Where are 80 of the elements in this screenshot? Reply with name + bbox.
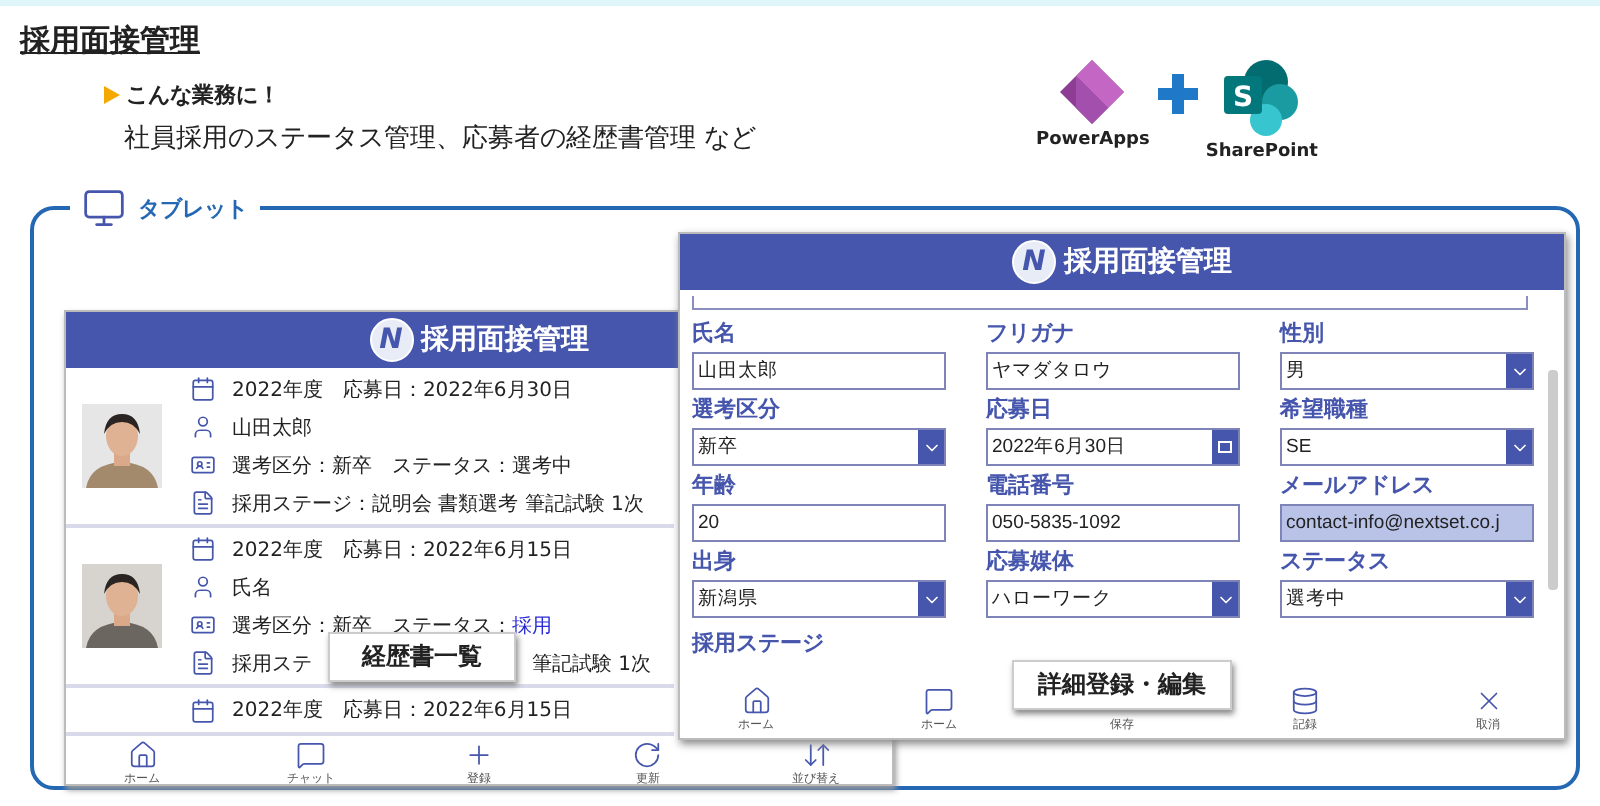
input-field[interactable]: 20 bbox=[692, 504, 946, 542]
dropdown-button[interactable] bbox=[1506, 582, 1532, 616]
diamond-logo-icon bbox=[1058, 58, 1127, 126]
dropdown-button[interactable] bbox=[1506, 430, 1532, 464]
callout-label: 経歴書一覧 bbox=[328, 632, 516, 682]
scrollbar[interactable] bbox=[1548, 370, 1558, 590]
input-field[interactable]: SE bbox=[1280, 428, 1534, 466]
calendar-icon bbox=[1218, 440, 1232, 454]
section-label: タブレット bbox=[138, 193, 248, 223]
input-field[interactable]: 山田太郎 bbox=[692, 352, 946, 390]
input-field[interactable]: 050-5835-1092 bbox=[986, 504, 1240, 542]
calendar-icon bbox=[190, 536, 216, 562]
home-icon bbox=[127, 740, 157, 770]
calendar-button[interactable] bbox=[1212, 430, 1238, 464]
triangle-bullet-icon bbox=[104, 86, 120, 104]
plus-icon bbox=[1157, 74, 1198, 114]
logo-badge: N bbox=[369, 318, 413, 362]
input-field[interactable]: ハローワーク bbox=[986, 580, 1240, 618]
sort-icon bbox=[801, 740, 831, 770]
app-title: 採用面接管理 bbox=[1064, 244, 1232, 280]
field-label: 応募媒体 bbox=[986, 546, 1076, 578]
field-label: 氏名 bbox=[692, 318, 738, 350]
field-label: 出身 bbox=[692, 546, 738, 578]
input-field[interactable]: ヤマダタロウ bbox=[986, 352, 1240, 390]
stage-text: 筆記試験 1次 bbox=[532, 651, 652, 677]
application-date: 2022年度 応募日：2022年6月15日 bbox=[232, 697, 572, 724]
stage-text: 採用ステージ：説明会 書類選考 筆記試験 1次 bbox=[232, 491, 644, 517]
input-field[interactable]: 2022年6月30日 bbox=[986, 428, 1240, 466]
refresh-icon bbox=[632, 740, 663, 770]
plus-icon bbox=[464, 740, 494, 770]
dropdown-button[interactable] bbox=[1506, 354, 1532, 388]
applicant-name: 氏名 bbox=[232, 575, 272, 601]
dropdown-button[interactable] bbox=[918, 430, 944, 464]
status-text: 選考中 bbox=[512, 453, 572, 479]
app-title: 採用面接管理 bbox=[421, 322, 589, 358]
dropdown-button[interactable] bbox=[918, 582, 944, 616]
field-label: 電話番号 bbox=[986, 470, 1076, 502]
field-label: 応募日 bbox=[986, 394, 1054, 426]
applicant-card[interactable]: 2022年度 応募日：2022年6月30日 山田太郎 選考区分：新卒 ステータス：選考中 採用ステージ：説明会 書類選考 筆記試験 1次 bbox=[66, 368, 674, 528]
stage-text: 採用ステ bbox=[232, 651, 312, 677]
page-title: 採用面接管理 bbox=[20, 22, 202, 60]
input-field[interactable]: 男 bbox=[1280, 352, 1534, 390]
application-date: 2022年度 応募日：2022年6月30日 bbox=[232, 377, 572, 403]
logo-badge: N bbox=[1012, 240, 1056, 284]
field-label: 年齢 bbox=[692, 470, 738, 502]
logo-name: PowerApps bbox=[1036, 130, 1150, 150]
input-field[interactable]: 新潟県 bbox=[692, 580, 946, 618]
logo-name: SharePoint bbox=[1205, 142, 1318, 162]
id-card-icon bbox=[190, 612, 216, 638]
field-label: 採用ステージ bbox=[692, 628, 826, 658]
chat-icon bbox=[295, 740, 326, 770]
person-icon bbox=[190, 414, 216, 440]
dropdown-button[interactable] bbox=[1212, 582, 1238, 616]
calendar-icon bbox=[190, 697, 216, 723]
calendar-icon bbox=[190, 376, 216, 402]
application-date: 2022年度 応募日：2022年6月15日 bbox=[232, 537, 572, 563]
input-field[interactable]: contact-info@nextset.co.j bbox=[1280, 504, 1534, 542]
input-field[interactable]: 選考中 bbox=[1280, 580, 1534, 618]
intro-text: 社員採用のステータス管理、応募者の経歴書管理 など bbox=[124, 122, 759, 156]
document-icon bbox=[190, 490, 216, 516]
input-field[interactable] bbox=[692, 296, 1528, 310]
category-text: 選考区分：新卒 ステータス： bbox=[232, 453, 512, 479]
document-icon bbox=[190, 650, 216, 676]
chat-icon bbox=[924, 686, 954, 716]
input-field[interactable]: 新卒 bbox=[692, 428, 946, 466]
status-text: 採用 bbox=[512, 613, 552, 639]
field-label: 希望職種 bbox=[1280, 394, 1370, 426]
home-icon bbox=[741, 686, 771, 716]
tablet-icon bbox=[82, 186, 126, 230]
applicant-name: 山田太郎 bbox=[232, 415, 312, 441]
field-label: 選考区分 bbox=[692, 394, 782, 426]
field-label: ステータス bbox=[1280, 546, 1392, 578]
person-icon bbox=[190, 574, 216, 600]
field-label: フリガナ bbox=[986, 318, 1076, 350]
id-card-icon bbox=[190, 452, 216, 478]
callout-label: 詳細登録・編集 bbox=[1012, 660, 1232, 710]
intro-heading: こんな業務に！ bbox=[126, 80, 280, 110]
field-label: 性別 bbox=[1280, 318, 1326, 350]
database-icon bbox=[1290, 686, 1320, 716]
field-label: メールアドレス bbox=[1280, 470, 1436, 502]
